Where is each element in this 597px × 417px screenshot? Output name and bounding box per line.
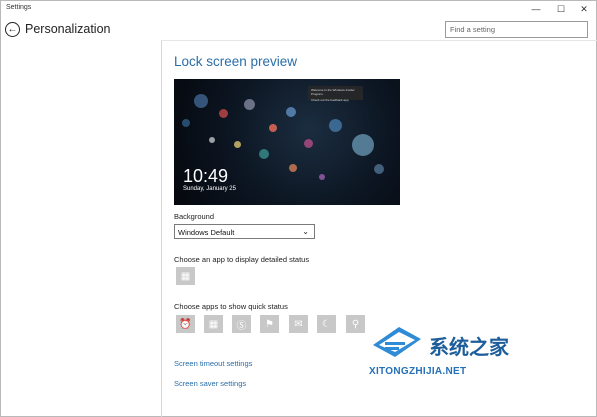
weather-icon: ☾ <box>322 318 331 330</box>
lock-date: Sunday, January 25 <box>183 186 236 192</box>
notification-line: Check out the feedback app. <box>311 98 350 102</box>
search-input[interactable]: Find a setting <box>445 21 588 38</box>
section-title: Lock screen preview <box>174 54 298 69</box>
watermark-logo-icon <box>373 327 421 357</box>
background-label: Background <box>174 212 215 221</box>
back-arrow-icon: ← <box>7 23 18 35</box>
minimize-button[interactable]: — <box>524 1 548 17</box>
lock-screen-preview: Welcome to the Windows Insider Program. … <box>174 79 400 205</box>
screen-saver-link[interactable]: Screen saver settings <box>174 379 246 388</box>
calendar-icon: ▦ <box>180 270 191 282</box>
notification-line: Welcome to the Windows Insider Program. <box>311 88 355 96</box>
watermark-text: 系统之家 <box>429 335 509 359</box>
quick-status-alarm-button[interactable]: ⏰ <box>176 315 195 333</box>
screen-timeout-link[interactable]: Screen timeout settings <box>174 359 252 368</box>
sidebar-divider <box>161 41 162 417</box>
title-bar: Settings — ☐ ✕ <box>1 1 596 17</box>
quick-status-skype-button[interactable]: Ⓢ <box>232 315 251 333</box>
maps-icon: ⚑ <box>265 318 274 330</box>
chevron-down-icon: ⌄ <box>302 227 309 236</box>
quick-status-maps-button[interactable]: ⚑ <box>260 315 279 333</box>
detailed-status-app-button[interactable]: ▦ <box>176 267 195 285</box>
window-title: Settings <box>6 4 32 11</box>
search-icon: ⚲ <box>351 318 360 330</box>
alarm-icon: ⏰ <box>179 318 192 330</box>
calendar-icon: ▦ <box>208 318 219 330</box>
search-placeholder: Find a setting <box>450 25 496 34</box>
quick-status-calendar-button[interactable]: ▦ <box>204 315 223 333</box>
skype-icon: Ⓢ <box>236 320 247 332</box>
quick-status-search-button[interactable]: ⚲ <box>346 315 365 333</box>
maximize-button[interactable]: ☐ <box>549 1 573 17</box>
page-title: Personalization <box>25 22 111 36</box>
settings-window: Settings — ☐ ✕ ← Personalization Find a … <box>0 0 597 417</box>
quick-status-mail-button[interactable]: ✉ <box>289 315 308 333</box>
detailed-status-label: Choose an app to display detailed status <box>174 255 310 264</box>
quick-status-weather-button[interactable]: ☾ <box>317 315 336 333</box>
header-divider <box>161 40 597 41</box>
background-select[interactable]: Windows Default ⌄ <box>174 224 315 239</box>
lock-time: 10:49 <box>183 166 229 186</box>
mail-icon: ✉ <box>294 318 303 330</box>
preview-notification: Welcome to the Windows Insider Program. … <box>308 86 363 102</box>
quick-status-label: Choose apps to show quick status <box>174 302 288 311</box>
back-button[interactable]: ← <box>5 22 20 37</box>
watermark-subtext: XITONGZHIJIA.NET <box>369 366 467 377</box>
background-selected-value: Windows Default <box>178 228 235 237</box>
close-button[interactable]: ✕ <box>572 1 596 17</box>
